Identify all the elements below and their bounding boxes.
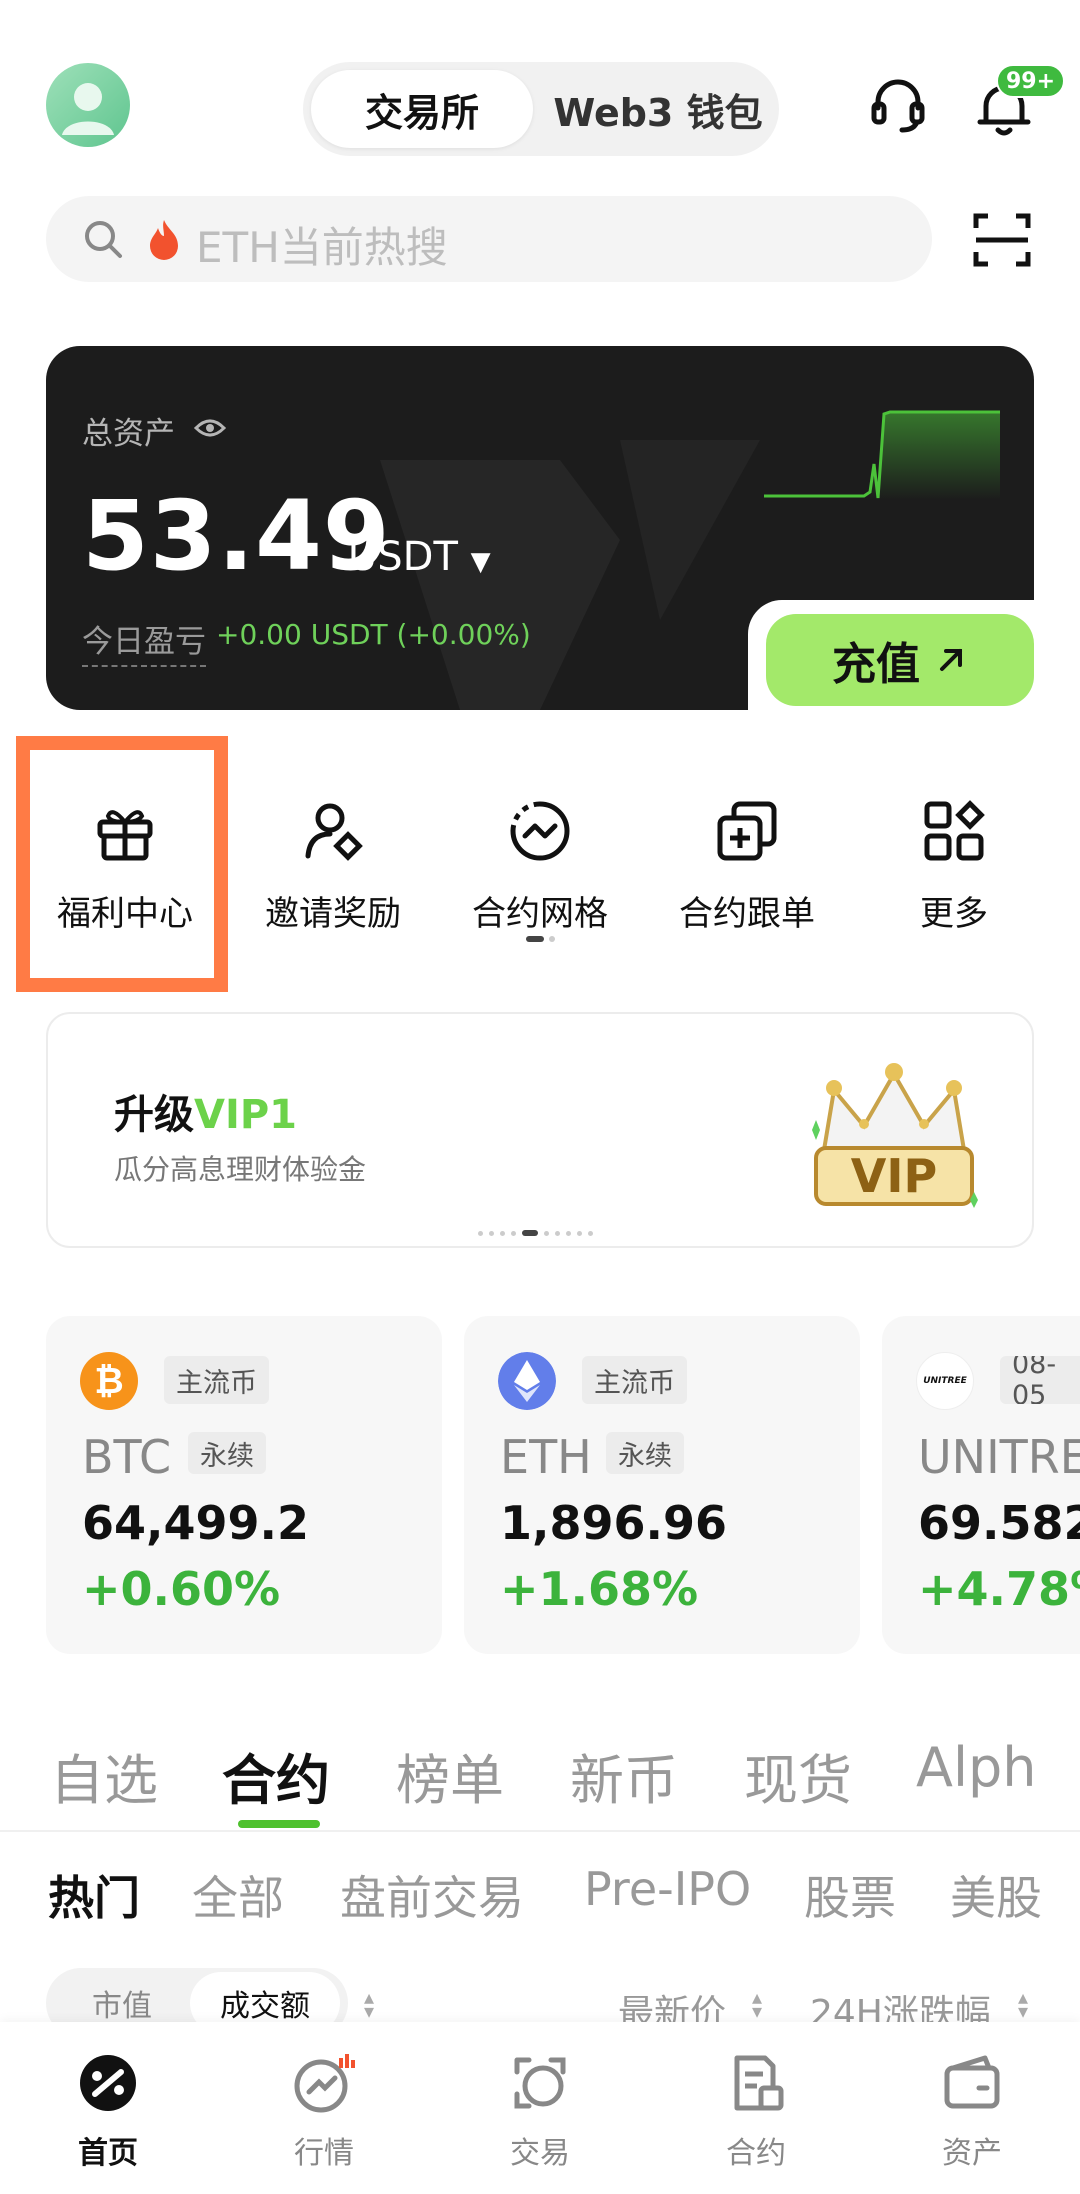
date-tag: 08-05 <box>1000 1356 1080 1404</box>
trade-icon <box>514 2057 566 2109</box>
daily-pnl-value: +0.00 USDT (+0.00%) <box>216 618 531 651</box>
tab-web3-wallet[interactable]: Web3 钱包 <box>543 70 773 148</box>
subtab-all[interactable]: 全部 <box>192 1862 284 1928</box>
headset-icon[interactable] <box>866 74 930 138</box>
futures-icon <box>734 2055 784 2111</box>
nav-label: 资产 <box>942 2136 1002 2171</box>
entries-pager-active <box>526 936 544 942</box>
tabs-divider <box>0 1830 1080 1832</box>
entries-pager-dot <box>549 936 555 942</box>
search-placeholder: ETH当前热搜 <box>196 223 448 272</box>
nav-market[interactable]: 行情 <box>244 2052 404 2172</box>
entry-invite-rewards[interactable]: 邀请奖励 <box>230 790 436 970</box>
more-apps-icon <box>924 800 985 861</box>
tab-futures[interactable]: 合约 <box>222 1736 330 1815</box>
caret-down-icon: ▼ <box>470 547 491 577</box>
symbol: BTC <box>82 1430 172 1484</box>
copy-trade-icon <box>717 801 777 861</box>
tab-rankings[interactable]: 榜单 <box>396 1736 504 1815</box>
category-tag: 主流币 <box>582 1356 687 1404</box>
home-icon <box>80 2055 136 2111</box>
change-percent: +0.60% <box>82 1562 281 1616</box>
price: 69.582 <box>918 1496 1080 1550</box>
user-icon <box>62 83 114 135</box>
sort-arrows-icon: ▴ ▾ <box>752 1985 763 2023</box>
grid-trading-icon <box>510 801 570 861</box>
tab-exchange[interactable]: 交易所 <box>311 70 533 148</box>
entry-label: 合约网格 <box>472 894 608 934</box>
asset-sparkline <box>764 410 1000 500</box>
total-assets-label: 总资产 <box>82 416 175 452</box>
price: 1,896.96 <box>500 1496 727 1550</box>
entry-more[interactable]: 更多 <box>851 790 1057 970</box>
symbol: UNITREE <box>918 1430 1080 1484</box>
vip-subtitle: 瓜分高息理财体验金 <box>114 1153 367 1186</box>
tab-spot[interactable]: 现货 <box>744 1736 852 1815</box>
nav-assets[interactable]: 资产 <box>892 2052 1052 2172</box>
symbol: ETH <box>500 1430 592 1484</box>
subtab-pre-ipo[interactable]: Pre-IPO <box>584 1862 751 1916</box>
contract-type-tag: 永续 <box>606 1432 684 1474</box>
active-tab-indicator <box>238 1820 320 1828</box>
daily-pnl-label[interactable]: 今日盈亏 <box>82 616 206 667</box>
search-icon <box>85 221 122 258</box>
vip-title-prefix: 升级 <box>114 1092 194 1138</box>
price: 64,499.2 <box>82 1496 309 1550</box>
nav-label: 交易 <box>510 2136 570 2171</box>
vip-title: 升级VIP1 <box>114 1082 297 1140</box>
tab-new-coins[interactable]: 新币 <box>570 1736 678 1815</box>
tab-watchlist[interactable]: 自选 <box>50 1736 158 1815</box>
highlight-box <box>16 736 228 992</box>
currency-label: USDT <box>348 534 458 580</box>
subtab-hot[interactable]: 热门 <box>48 1862 140 1928</box>
entry-grid-trading[interactable]: 合约网格 <box>437 790 643 970</box>
nav-home[interactable]: 首页 <box>28 2052 188 2172</box>
nav-label: 合约 <box>726 2136 786 2171</box>
wallet-icon <box>944 2055 1000 2109</box>
category-tag: 主流币 <box>164 1356 269 1404</box>
btc-coin-icon: ₿ <box>80 1352 138 1410</box>
notification-badge: 99+ <box>996 64 1066 98</box>
subtab-premarket[interactable]: 盘前交易 <box>340 1862 524 1928</box>
scan-icon[interactable] <box>972 212 1032 268</box>
currency-selector[interactable]: USDT ▼ <box>348 534 491 580</box>
banner-pager <box>478 1230 593 1236</box>
deposit-label: 充值 <box>832 639 920 690</box>
vip-badge-text: VIP <box>851 1149 937 1203</box>
subtab-us-stocks[interactable]: 美股 <box>950 1862 1080 1928</box>
market-icon <box>294 2054 355 2113</box>
entry-label: 更多 <box>920 894 988 934</box>
nav-futures[interactable]: 合约 <box>676 2052 836 2172</box>
tab-alpha[interactable]: Alph <box>916 1736 1080 1799</box>
deposit-button[interactable]: 充值 <box>766 614 1034 706</box>
entry-copy-trading[interactable]: 合约跟单 <box>644 790 850 970</box>
sort-arrows-icon[interactable]: ▴ ▾ <box>364 1987 374 2021</box>
vip-title-level: VIP1 <box>194 1092 297 1138</box>
subtab-stocks[interactable]: 股票 <box>804 1862 896 1928</box>
nav-trade[interactable]: 交易 <box>460 2052 620 2172</box>
eth-coin-icon <box>498 1352 556 1410</box>
total-assets-value: 53.49 <box>82 480 391 592</box>
invite-icon <box>305 803 363 861</box>
change-percent: +4.78% <box>918 1562 1080 1616</box>
vip-crown-icon: VIP <box>812 1063 978 1208</box>
fire-icon <box>150 220 178 260</box>
contract-type-tag: 永续 <box>188 1432 266 1474</box>
change-percent: +1.68% <box>500 1562 699 1616</box>
nav-label: 行情 <box>294 2136 354 2171</box>
entry-label: 合约跟单 <box>679 894 815 934</box>
unitree-logo-icon: UNITREE <box>916 1352 974 1410</box>
entry-label: 邀请奖励 <box>265 894 401 934</box>
sort-arrows-icon: ▴ ▾ <box>1018 1985 1029 2023</box>
nav-label: 首页 <box>78 2136 138 2171</box>
arrow-up-right-icon <box>940 649 962 671</box>
eye-icon[interactable] <box>194 416 226 440</box>
avatar[interactable] <box>46 63 130 147</box>
